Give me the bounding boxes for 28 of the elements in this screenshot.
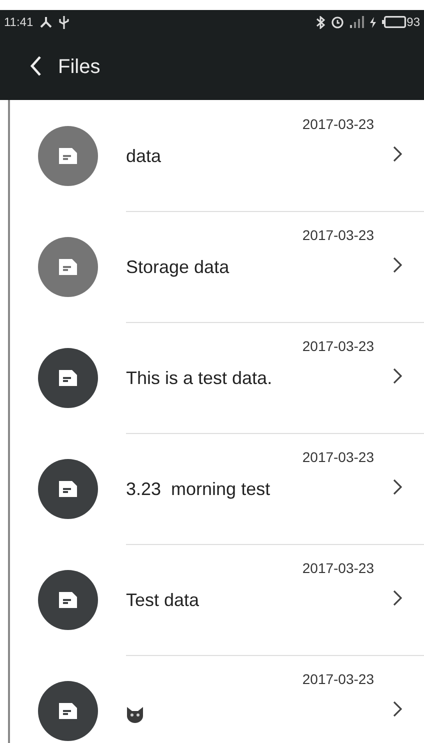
battery-icon	[382, 16, 406, 28]
file-date: 2017-03-23	[302, 560, 374, 576]
file-name: data	[126, 146, 162, 166]
file-date: 2017-03-23	[302, 448, 374, 464]
bluetooth-icon	[316, 16, 325, 28]
file-name: Test data	[126, 590, 200, 610]
chevron-right-icon[interactable]	[393, 368, 402, 384]
battery-level: 93	[406, 15, 420, 29]
file-name: 3.23 morning test	[126, 478, 270, 500]
chevron-right-icon[interactable]	[393, 256, 402, 272]
chevron-right-icon[interactable]	[393, 701, 402, 717]
charging-icon	[370, 16, 376, 28]
alarm-icon	[330, 16, 344, 28]
chevron-right-icon[interactable]	[393, 146, 402, 162]
chevron-right-icon[interactable]	[393, 478, 402, 494]
page-title: Files	[58, 56, 100, 78]
usb-icon	[59, 16, 70, 28]
cat-face-icon	[126, 707, 144, 723]
file-name: This is a test data.	[126, 368, 272, 388]
file-date: 2017-03-23	[302, 338, 374, 354]
file-date: 2017-03-23	[302, 116, 374, 132]
chevron-right-icon[interactable]	[393, 590, 402, 606]
file-name: Storage data	[126, 256, 230, 278]
file-date: 2017-03-23	[302, 671, 374, 687]
signal-icon	[350, 16, 364, 28]
network-icon	[39, 16, 54, 28]
clock: 11:41	[4, 15, 34, 29]
file-date: 2017-03-23	[302, 226, 374, 242]
